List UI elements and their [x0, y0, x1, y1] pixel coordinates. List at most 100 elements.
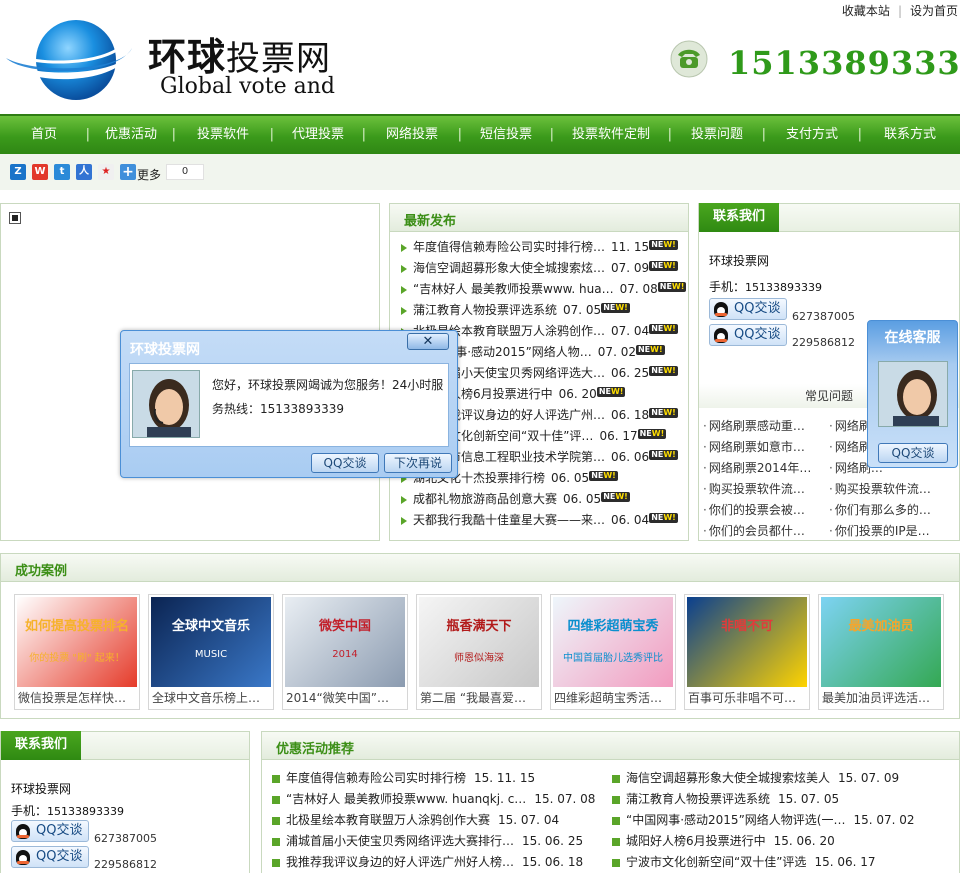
promo-item[interactable]: “吉林好人 最美教师投票www. huanqkj. c… 15. 07. 08	[272, 789, 602, 810]
nav-home[interactable]: 首页	[0, 116, 90, 154]
weibo-share-icon[interactable]: W	[32, 164, 48, 180]
more-share-icon[interactable]: +	[120, 164, 136, 180]
latest-item-title[interactable]: 成都礼物旅游商品创意大赛	[413, 492, 557, 506]
faq-item[interactable]: · 网络刷票2014年…	[703, 458, 825, 479]
case-item[interactable]: 四维彩超萌宝秀 中国首届胎儿选秀评比四维彩超萌宝秀活…	[550, 594, 676, 710]
faq-item[interactable]: · 你们的投票会被…	[703, 500, 825, 521]
qq-chat-button-1[interactable]: QQ交谈	[709, 298, 787, 320]
promo-item[interactable]: 北极星绘本教育联盟万人涂鸦创作大赛 15. 07. 04	[272, 810, 602, 831]
promo-item[interactable]: 浦城首届小天使宝贝秀网络评选大赛排行… 15. 06. 25	[272, 831, 602, 852]
faq-item-label[interactable]: 网络刷票如意市…	[709, 440, 805, 454]
promo-item[interactable]: “中国网事·感动2015”网络人物评选(一… 15. 07. 02	[612, 810, 952, 831]
case-image[interactable]: 瓶香满天下 师恩似海深	[419, 597, 539, 687]
qzone-share-icon[interactable]: Z	[10, 164, 26, 180]
latest-item[interactable]: 蒲江教育人物投票评选系统 07. 05 NEW!	[401, 300, 688, 321]
promo-item[interactable]: 宁波市文化创新空间“双十佳”评选 15. 06. 17	[612, 852, 952, 873]
promo-item-title[interactable]: 宁波市文化创新空间“双十佳”评选	[626, 855, 806, 869]
faq-item[interactable]: · 网络刷票感动重…	[703, 416, 825, 437]
latest-item-title[interactable]: “吉林好人 最美教师投票www. hua…	[413, 282, 614, 296]
popup-close-button[interactable]: ✕	[407, 333, 449, 350]
bottom-qq-chat-button-1[interactable]: QQ交谈	[11, 820, 89, 842]
promo-item[interactable]: 城阳好人榜6月投票进行中 15. 06. 20	[612, 831, 952, 852]
case-caption[interactable]: 四维彩超萌宝秀活…	[554, 689, 672, 706]
nav-payment[interactable]: 支付方式	[764, 116, 862, 154]
faq-item[interactable]: · 你们投票的IP是…	[829, 521, 957, 542]
promo-item-title[interactable]: 城阳好人榜6月投票进行中	[626, 834, 766, 848]
case-caption[interactable]: 百事可乐非唱不可…	[688, 689, 806, 706]
faq-item-label[interactable]: 你们的投票会被…	[709, 503, 805, 517]
latest-item-title[interactable]: 蒲江教育人物投票评选系统	[413, 303, 557, 317]
case-item[interactable]: 如何提高投票排名 你的投票 "刷" 起来！ 微信投票是怎样快…	[14, 594, 140, 710]
latest-item[interactable]: 成都礼物旅游商品创意大赛 06. 05 NEW!	[401, 489, 688, 510]
faq-item-label[interactable]: 购买投票软件流…	[709, 482, 805, 496]
bottom-qq-chat-button-2[interactable]: QQ交谈	[11, 846, 89, 868]
bookmark-link[interactable]: 收藏本站	[842, 4, 890, 18]
case-caption[interactable]: 全球中文音乐榜上…	[152, 689, 270, 706]
promo-item[interactable]: 海信空调超募形象大使全城搜索炫美人 15. 07. 09	[612, 768, 952, 789]
case-item[interactable]: 全球中文音乐 MUSIC 全球中文音乐榜上…	[148, 594, 274, 710]
tencent-weibo-share-icon[interactable]: t	[54, 164, 70, 180]
latest-item-title[interactable]: 天都我行我酷十佳童星大赛——来…	[413, 513, 605, 527]
promo-item-title[interactable]: 浦城首届小天使宝贝秀网络评选大赛排行…	[286, 834, 514, 848]
promo-item[interactable]: 年度值得信赖寿险公司实时排行榜 15. 11. 15	[272, 768, 602, 789]
faq-item[interactable]: · 购买投票软件流…	[703, 479, 825, 500]
faq-item[interactable]: · 网络刷票如意市…	[703, 437, 825, 458]
promo-item-title[interactable]: “吉林好人 最美教师投票www. huanqkj. c…	[286, 792, 526, 806]
case-caption[interactable]: 第二届 “我最喜爱…	[420, 689, 538, 706]
faq-item-label[interactable]: 购买投票软件流…	[835, 482, 931, 496]
popup-later-button[interactable]: 下次再说	[384, 453, 452, 473]
globe-logo-icon[interactable]	[4, 14, 134, 104]
qq-chat-button-2[interactable]: QQ交谈	[709, 324, 787, 346]
promo-item-title[interactable]: 我推荐我评议身边的好人评选广州好人榜…	[286, 855, 514, 869]
case-caption[interactable]: 2014“微笑中国”…	[286, 689, 404, 706]
promo-item-title[interactable]: 北极星绘本教育联盟万人涂鸦创作大赛	[286, 813, 490, 827]
faq-item-label[interactable]: 你们投票的IP是…	[835, 524, 930, 538]
case-image[interactable]: 四维彩超萌宝秀 中国首届胎儿选秀评比	[553, 597, 673, 687]
latest-item-title[interactable]: 海信空调超募形象大使全城搜索炫…	[413, 261, 605, 275]
promo-item-title[interactable]: 海信空调超募形象大使全城搜索炫美人	[626, 771, 830, 785]
faq-item-label[interactable]: 网络刷票感动重…	[709, 419, 805, 433]
latest-item[interactable]: 海信空调超募形象大使全城搜索炫… 07. 09 NEW!	[401, 258, 688, 279]
promo-item[interactable]: 我推荐我评议身边的好人评选广州好人榜… 15. 06. 18	[272, 852, 602, 873]
latest-item[interactable]: “吉林好人 最美教师投票www. hua… 07. 08 NEW!	[401, 279, 688, 300]
nav-proxy-vote[interactable]: 代理投票	[272, 116, 366, 154]
case-item[interactable]: 瓶香满天下 师恩似海深第二届 “我最喜爱…	[416, 594, 542, 710]
nav-contact[interactable]: 联系方式	[860, 116, 960, 154]
case-item[interactable]: 非唱不可百事可乐非唱不可…	[684, 594, 810, 710]
latest-item-title[interactable]: 年度值得信赖寿险公司实时排行榜…	[413, 240, 605, 254]
case-image[interactable]: 如何提高投票排名 你的投票 "刷" 起来！	[17, 597, 137, 687]
nav-sms-vote[interactable]: 短信投票	[460, 116, 554, 154]
nav-custom-software[interactable]: 投票软件定制	[552, 116, 672, 154]
case-image[interactable]: 微笑中国 2014	[285, 597, 405, 687]
latest-item[interactable]: 天都我行我酷十佳童星大赛——来… 06. 04 NEW!	[401, 510, 688, 531]
renren-share-icon[interactable]: 人	[76, 164, 92, 180]
latest-item[interactable]: 年度值得信赖寿险公司实时排行榜… 11. 15 NEW!	[401, 237, 688, 258]
faq-item-label[interactable]: 你们有那么多的…	[835, 503, 931, 517]
case-image[interactable]: 最美加油员	[821, 597, 941, 687]
case-image[interactable]: 非唱不可	[687, 597, 807, 687]
faq-item[interactable]: · 你们的会员都什…	[703, 521, 825, 542]
bullet-icon: ·	[703, 419, 707, 433]
nav-vote-questions[interactable]: 投票问题	[670, 116, 766, 154]
case-item[interactable]: 微笑中国 2014 2014“微笑中国”…	[282, 594, 408, 710]
case-caption[interactable]: 微信投票是怎样快…	[18, 689, 136, 706]
nav-online-vote[interactable]: 网络投票	[364, 116, 462, 154]
promo-item[interactable]: 蒲江教育人物投票评选系统 15. 07. 05	[612, 789, 952, 810]
set-homepage-link[interactable]: 设为首页	[910, 4, 958, 18]
online-qq-button[interactable]: QQ交谈	[878, 443, 948, 463]
kaixin-share-icon[interactable]: ★	[98, 164, 114, 180]
share-more-label[interactable]: 更多	[137, 166, 161, 183]
faq-item-label[interactable]: 网络刷票2014年…	[709, 461, 812, 475]
faq-item[interactable]: · 你们有那么多的…	[829, 500, 957, 521]
promo-item-title[interactable]: 蒲江教育人物投票评选系统	[626, 792, 770, 806]
case-image[interactable]: 全球中文音乐 MUSIC	[151, 597, 271, 687]
promo-item-title[interactable]: 年度值得信赖寿险公司实时排行榜	[286, 771, 466, 785]
nav-promotions[interactable]: 优惠活动	[88, 116, 176, 154]
nav-vote-software[interactable]: 投票软件	[174, 116, 274, 154]
case-caption[interactable]: 最美加油员评选活…	[822, 689, 940, 706]
popup-qq-button[interactable]: QQ交谈	[311, 453, 379, 473]
faq-item[interactable]: · 购买投票软件流…	[829, 479, 957, 500]
faq-item-label[interactable]: 你们的会员都什…	[709, 524, 805, 538]
case-item[interactable]: 最美加油员最美加油员评选活…	[818, 594, 944, 710]
promo-item-title[interactable]: “中国网事·感动2015”网络人物评选(一…	[626, 813, 845, 827]
